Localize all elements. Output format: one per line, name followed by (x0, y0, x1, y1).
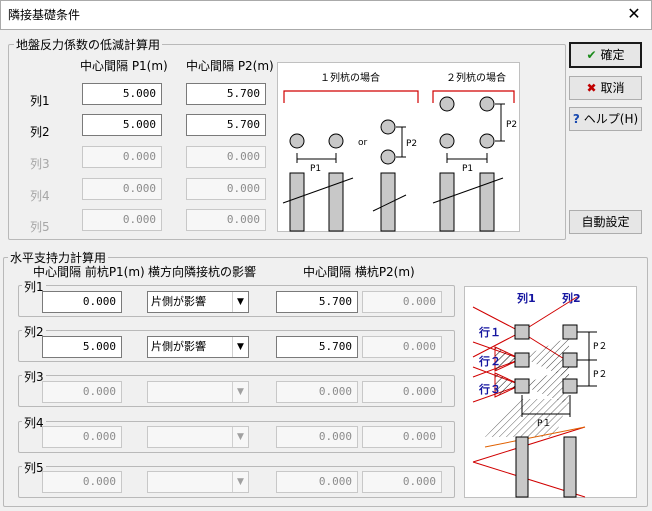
top-p1-field[interactable]: 0.000 (82, 146, 162, 168)
bottom-diagram: 列1 列2 行１ 行２ 行３ P２ P２ P１ (464, 286, 637, 498)
side-p2-field[interactable]: 0.000 (276, 381, 358, 403)
p1-label: P１ (537, 419, 551, 429)
effect-select[interactable]: 片側が影響 ▼ (147, 291, 249, 313)
side-p2-field[interactable]: 5.700 (276, 336, 358, 358)
side-p2-field-b[interactable]: 0.000 (362, 291, 442, 313)
top-col2-header: 中心間隔 P2(m) (186, 59, 274, 73)
dropdown-arrow-icon: ▼ (232, 337, 248, 357)
row-label: 列4 (30, 189, 50, 203)
side-p2-field[interactable]: 0.000 (276, 471, 358, 493)
col1-label: 列1 (517, 291, 536, 305)
bottom-col1-header: 中心間隔 前杭P1(m) (33, 265, 145, 279)
effect-select[interactable]: ▼ (147, 471, 249, 493)
top-p2-field[interactable]: 5.700 (186, 114, 266, 136)
row2-label: 行２ (478, 354, 501, 368)
auto-setting-button[interactable]: 自動設定 (569, 210, 642, 234)
cross-icon: ✖ (586, 81, 597, 95)
side-p2-field-b[interactable]: 0.000 (362, 381, 442, 403)
top-p1-field[interactable]: 5.000 (82, 114, 162, 136)
effect-select[interactable]: ▼ (147, 381, 249, 403)
front-p1-field[interactable]: 0.000 (42, 471, 122, 493)
case1-label: １列杭の場合 (320, 71, 380, 84)
ok-label: 確定 (600, 48, 625, 62)
p2-label-lower: P２ (593, 370, 607, 380)
cancel-button[interactable]: ✖ 取消 (569, 76, 642, 100)
top-p1-field[interactable]: 0.000 (82, 209, 162, 231)
ok-button[interactable]: ✔ 確定 (569, 42, 642, 68)
title-bar (0, 0, 652, 30)
row3-label: 行３ (478, 382, 501, 396)
p2-label-b: P2 (506, 120, 517, 130)
row1-label: 行１ (478, 325, 501, 339)
top-p2-field[interactable]: 0.000 (186, 178, 266, 200)
effect-select[interactable]: ▼ (147, 426, 249, 448)
close-icon[interactable]: ✕ (621, 2, 647, 26)
p1-label-b: P1 (462, 164, 473, 174)
side-p2-field[interactable]: 0.000 (276, 426, 358, 448)
dropdown-arrow-icon: ▼ (232, 292, 248, 312)
case2-label: ２列杭の場合 (446, 71, 506, 84)
front-p1-field[interactable]: 0.000 (42, 291, 122, 313)
effect-value: 片側が影響 (151, 295, 206, 308)
top-p2-field[interactable]: 0.000 (186, 209, 266, 231)
bottom-col2-header: 横方向隣接杭の影響 (148, 265, 257, 279)
col2-label: 列2 (562, 291, 581, 305)
effect-select[interactable]: 片側が影響 ▼ (147, 336, 249, 358)
effect-value: 片側が影響 (151, 340, 206, 353)
p2-label-upper: P２ (593, 342, 607, 352)
help-button[interactable]: ? ヘルプ(H) (569, 107, 642, 131)
dropdown-arrow-icon: ▼ (232, 427, 248, 447)
p2-label-a: P2 (406, 139, 417, 149)
window-title: 隣接基礎条件 (8, 8, 81, 22)
top-p2-field[interactable]: 0.000 (186, 146, 266, 168)
side-p2-field-b[interactable]: 0.000 (362, 336, 442, 358)
row-label: 列5 (30, 220, 50, 234)
row-label: 列2 (30, 125, 50, 139)
or-label: or (358, 138, 368, 148)
question-icon: ? (572, 112, 580, 126)
top-col1-header: 中心間隔 P1(m) (80, 59, 168, 73)
front-p1-field[interactable]: 0.000 (42, 426, 122, 448)
bottom-col3-header: 中心間隔 横杭P2(m) (303, 265, 415, 279)
side-p2-field-b[interactable]: 0.000 (362, 471, 442, 493)
p1-label-a: P1 (310, 164, 321, 174)
top-p2-field[interactable]: 5.700 (186, 83, 266, 105)
front-p1-field[interactable]: 5.000 (42, 336, 122, 358)
top-diagram: １列杭の場合 ２列杭の場合 or P1 P2 P1 P2 (277, 62, 520, 232)
row-label: 列1 (30, 94, 50, 108)
cancel-label: 取消 (600, 81, 625, 95)
dropdown-arrow-icon: ▼ (232, 472, 248, 492)
side-p2-field-b[interactable]: 0.000 (362, 426, 442, 448)
top-p1-field[interactable]: 5.000 (82, 83, 162, 105)
checkmark-icon: ✔ (586, 48, 597, 62)
row-label: 列3 (30, 157, 50, 171)
dropdown-arrow-icon: ▼ (232, 382, 248, 402)
front-p1-field[interactable]: 0.000 (42, 381, 122, 403)
side-p2-field[interactable]: 5.700 (276, 291, 358, 313)
top-p1-field[interactable]: 0.000 (82, 178, 162, 200)
help-label: ヘルプ(H) (583, 112, 639, 126)
top-section-legend: 地盤反力係数の低減計算用 (14, 36, 163, 53)
